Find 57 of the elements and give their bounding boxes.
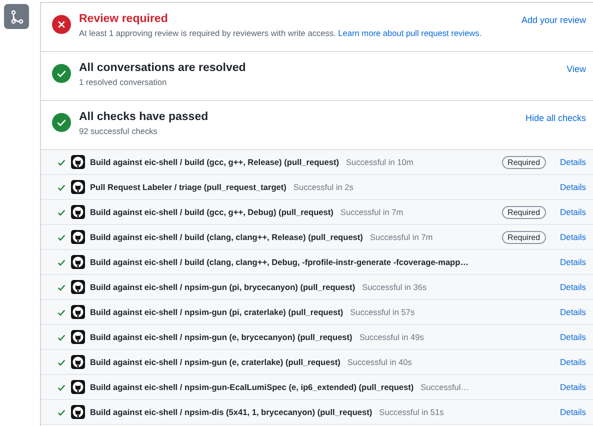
cat-avatar-icon: [71, 155, 85, 169]
check-name: Build against eic-shell / build (clang, clang++, Release) (pull_request): [90, 232, 363, 242]
check-name: Build against eic-shell / npsim-gun (e, brycecanyon) (pull_request): [90, 332, 352, 342]
check-name: Build against eic-shell / npsim-gun-EcalLumiSpec (e, ip6_extended) (pull_request): [90, 382, 414, 392]
check-name: Build against eic-shell / npsim-dis (5x41, 1, brycecanyon) (pull_request): [90, 407, 372, 417]
cat-avatar-icon: [71, 305, 85, 319]
cat-avatar-icon: [71, 230, 85, 244]
details-link[interactable]: Details: [560, 357, 586, 367]
cat-avatar-icon: [71, 180, 85, 194]
details-link[interactable]: Details: [560, 332, 586, 342]
details-link[interactable]: Details: [560, 232, 586, 242]
check-name: Build against eic-shell / build (gcc, g++, Release) (pull_request): [90, 157, 339, 167]
section-action-link[interactable]: Add your review: [521, 15, 586, 25]
cat-avatar-icon: [71, 380, 85, 394]
cat-avatar-icon: [71, 255, 85, 269]
check-result: Successful in 7m: [340, 207, 404, 217]
check-result: Successful in 57s: [350, 307, 415, 317]
cat-avatar-icon: [71, 205, 85, 219]
check-result: Successful in 40s: [347, 357, 412, 367]
check-name: Build against eic-shell / npsim-gun (e, craterlake) (pull_request): [90, 357, 340, 367]
learn-more-link[interactable]: Learn more about pull request reviews.: [338, 28, 482, 38]
cat-avatar-icon: [71, 330, 85, 344]
branch-merge-icon: [10, 10, 24, 24]
details-link[interactable]: Details: [560, 282, 586, 292]
details-link[interactable]: Details: [560, 157, 586, 167]
cat-avatar-icon: [71, 280, 85, 294]
section-description: 1 resolved conversation: [79, 77, 168, 87]
details-link[interactable]: Details: [560, 207, 586, 217]
check-name: Build against eic-shell / npsim-gun (pi, craterlake) (pull_request): [90, 307, 344, 317]
details-link[interactable]: Details: [560, 382, 586, 392]
check-result: Successful in 51s: [379, 407, 444, 417]
required-badge: Required: [502, 230, 546, 244]
required-badge: Required: [502, 156, 546, 168]
section-action-link[interactable]: Hide all checks: [525, 113, 586, 123]
check-result: Successful in 7m: [370, 232, 433, 242]
section-title: Review required: [79, 13, 169, 25]
details-link[interactable]: Details: [560, 182, 586, 192]
details-link[interactable]: Details: [560, 407, 586, 417]
cat-avatar-icon: [71, 405, 85, 419]
check-result: Successful…: [420, 382, 470, 392]
check-name: Pull Request Labeler / triage (pull_request_target): [90, 182, 286, 192]
section-action-link[interactable]: View: [566, 64, 586, 74]
check-result: Successful in 10m: [346, 157, 414, 167]
section-description: 92 successful checks: [79, 126, 158, 136]
cat-avatar-icon: [71, 355, 85, 369]
details-link[interactable]: Details: [560, 307, 586, 317]
check-name: Build against eic-shell / build (gcc, g++, Debug) (pull_request): [90, 207, 334, 217]
check-result: Successful in 49s: [359, 332, 424, 342]
check-result: Successful in 36s: [362, 282, 427, 292]
required-badge: Required: [502, 206, 546, 218]
section-title: All checks have passed: [79, 111, 210, 123]
section-description: At least 1 approving review is required by reviewers with write access. Learn more about pull request reviews.: [79, 28, 483, 38]
section-title: All conversations are resolved: [79, 62, 247, 74]
check-name: Build against eic-shell / npsim-gun (pi, brycecanyon) (pull_request): [90, 282, 356, 292]
check-name: Build against eic-shell / build (clang, clang++, Debug, -fprofile-instr-generate -fcoverage-mapp…: [90, 257, 468, 267]
details-link[interactable]: Details: [560, 257, 586, 267]
check-result: Successful in 2s: [293, 182, 354, 192]
